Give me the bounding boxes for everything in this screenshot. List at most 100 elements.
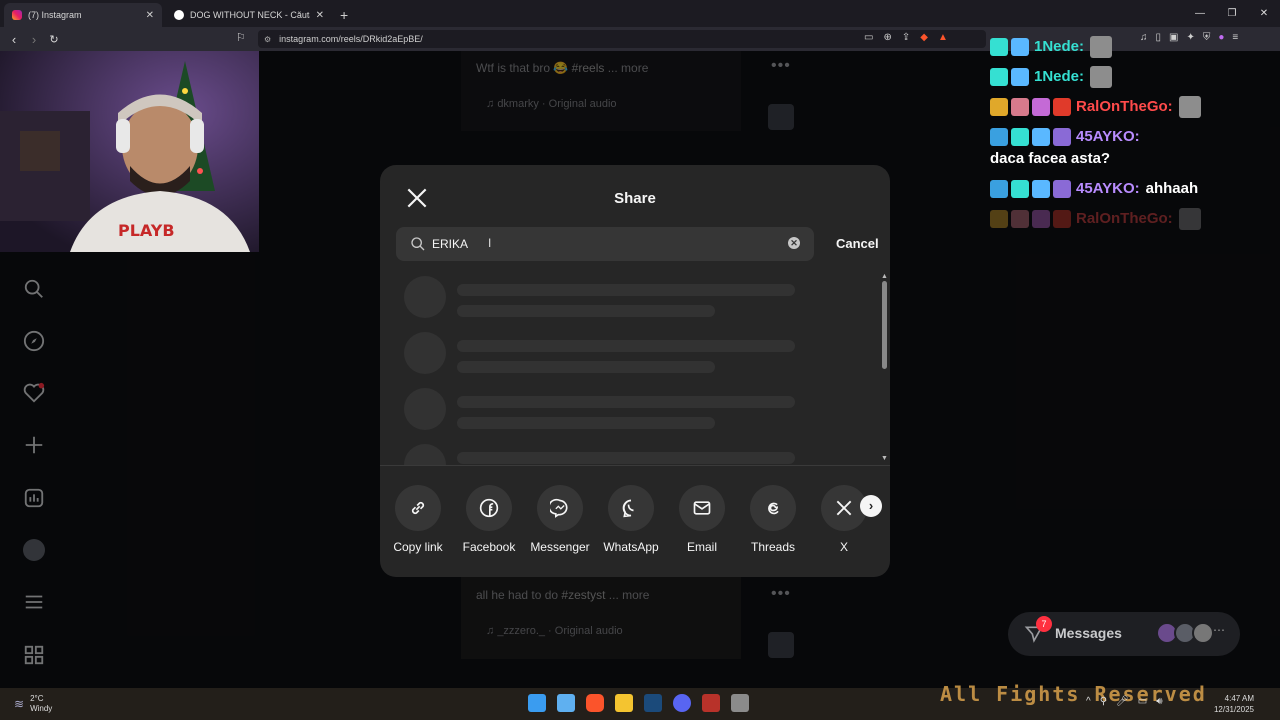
close-window-icon[interactable]: ✕ [1248,0,1280,27]
messages-button[interactable]: 7 Messages ⋯ [1008,612,1240,656]
tab-close-icon[interactable]: ✕ [316,10,324,21]
scroll-up-icon[interactable]: ▲ [881,273,888,280]
emote-icon [1178,96,1201,118]
brave-rewards-icon[interactable]: ▲ [938,32,948,43]
app-icon[interactable] [731,694,749,712]
tray-chevron-icon[interactable]: ^ [1086,696,1091,707]
brave-shield-icon[interactable]: ◆ [920,32,928,43]
share-copy-link[interactable]: Copy link [382,485,454,554]
facebook-icon [479,498,499,518]
badge-icon [990,38,1008,56]
forward-icon[interactable]: › [24,32,44,47]
microphone-icon[interactable]: 🎤︎ [1116,696,1129,707]
tab-instagram[interactable]: (7) Instagram ✕ [4,3,162,27]
whatsapp-icon [622,499,634,518]
chat-username: 1Nede: [1034,68,1085,85]
volume-icon[interactable]: 🔊︎ [1156,696,1162,707]
badge-icon [1032,128,1050,146]
windows-start-icon[interactable] [528,694,546,712]
tab-label: (7) Instagram [28,10,82,20]
battery-icon[interactable]: ▭ [1138,696,1147,707]
steam-icon[interactable] [644,694,662,712]
back-icon[interactable]: ‹ [4,32,24,47]
share-target-label: Facebook [462,540,516,554]
system-tray: ^ ⚲ 🎤︎ ▭ 🔊︎ [1086,696,1163,707]
brave-browser-icon[interactable] [586,694,604,712]
list-scrollbar[interactable]: ▲ ▼ [881,273,888,463]
instagram-favicon-icon [12,10,22,20]
screen: (7) Instagram ✕ DOG WITHOUT NECK - Căuta… [0,0,1280,720]
modal-backdrop-left[interactable] [0,252,259,688]
badge-icon [1053,210,1071,228]
maximize-icon[interactable]: ❐ [1216,0,1248,27]
share-facebook[interactable]: Facebook [453,485,525,554]
share-messenger[interactable]: Messenger [524,485,596,554]
taskbar-apps [528,694,749,712]
reader-mode-icon[interactable]: ▭ [864,32,873,43]
new-tab-icon[interactable]: + [340,7,348,23]
reload-icon[interactable]: ↻ [44,33,64,46]
wind-icon: ≋ [14,697,25,711]
share-target-label: Email [686,540,717,554]
chat-text: ahhaah [1145,180,1199,197]
chat-message: 45AYKO: daca facea asta? [990,126,1260,170]
bookmark-icon[interactable]: ⚐ [236,31,246,44]
chat-username: 1Nede: [1034,38,1085,55]
chat-message: 45AYKO: ahhaah [990,178,1260,200]
badge-icon [1011,128,1029,146]
unread-count-badge: 7 [1036,616,1052,632]
emote-icon [1178,208,1201,230]
badge-icon [1011,98,1029,116]
zoom-icon[interactable]: ⊕ [883,32,891,43]
temperature: 2°C [30,694,44,703]
file-explorer-icon[interactable] [615,694,633,712]
tab-google-search[interactable]: DOG WITHOUT NECK - Căutare Goo ✕ [166,3,332,27]
skeleton-row [404,276,804,320]
site-info-icon[interactable]: ⚙ [264,35,271,44]
google-favicon-icon [174,10,184,20]
share-threads[interactable]: Threads [737,485,809,554]
share-dialog: Share ERIKA I ✕ Cancel ▲ ▼ Copy link Fac… [380,165,890,577]
stream-banner-text: All Fights Reserved [940,682,1207,706]
scroll-down-icon[interactable]: ▼ [881,455,888,462]
minimize-icon[interactable]: — [1184,0,1216,27]
share-email[interactable]: Email [666,485,738,554]
cancel-button[interactable]: Cancel [836,236,879,251]
share-page-icon[interactable]: ⇪ [902,32,910,43]
avatar [1192,622,1214,644]
recipient-list-loading [380,271,890,466]
share-target-label: X [839,540,848,554]
next-targets-button[interactable]: › [860,495,882,517]
app-icon[interactable] [702,694,720,712]
badge-icon [1032,180,1050,198]
messenger-icon [550,498,568,518]
desktop-icon[interactable] [557,694,575,712]
badge-icon [1053,98,1071,116]
x-icon [836,500,852,516]
badge-icon [1011,38,1029,56]
hammer-badge-icon [990,128,1008,146]
crown-badge-icon [990,98,1008,116]
share-target-label: Messenger [530,540,590,554]
address-bar-actions: ▭ ⊕ ⇪ ◆ ▲ [864,32,948,43]
share-target-label: WhatsApp [603,540,659,554]
network-icon[interactable]: ⚲ [1100,696,1107,707]
badge-icon [1053,180,1071,198]
clock[interactable]: 4:47 AM 12/31/2025 [1208,693,1254,715]
date: 12/31/2025 [1213,705,1254,714]
chat-username: RalOnTheGo: [1076,98,1173,115]
weather-widget[interactable]: ≋ 2°C Windy [14,694,52,714]
clear-search-icon[interactable]: ✕ [788,237,800,249]
crown-badge-icon [990,210,1008,228]
scrollbar-thumb[interactable] [882,281,887,369]
badge-icon [1011,68,1029,86]
discord-icon[interactable] [673,694,691,712]
more-icon: ⋯ [1213,623,1225,637]
search-input[interactable]: ERIKA I ✕ [396,227,814,261]
badge-icon [990,68,1008,86]
recent-contacts [1156,622,1214,644]
dialog-title: Share [614,190,656,207]
share-whatsapp[interactable]: WhatsApp [595,485,667,554]
streamer-webcam: PLAYB [0,51,259,252]
tab-close-icon[interactable]: ✕ [146,10,154,21]
